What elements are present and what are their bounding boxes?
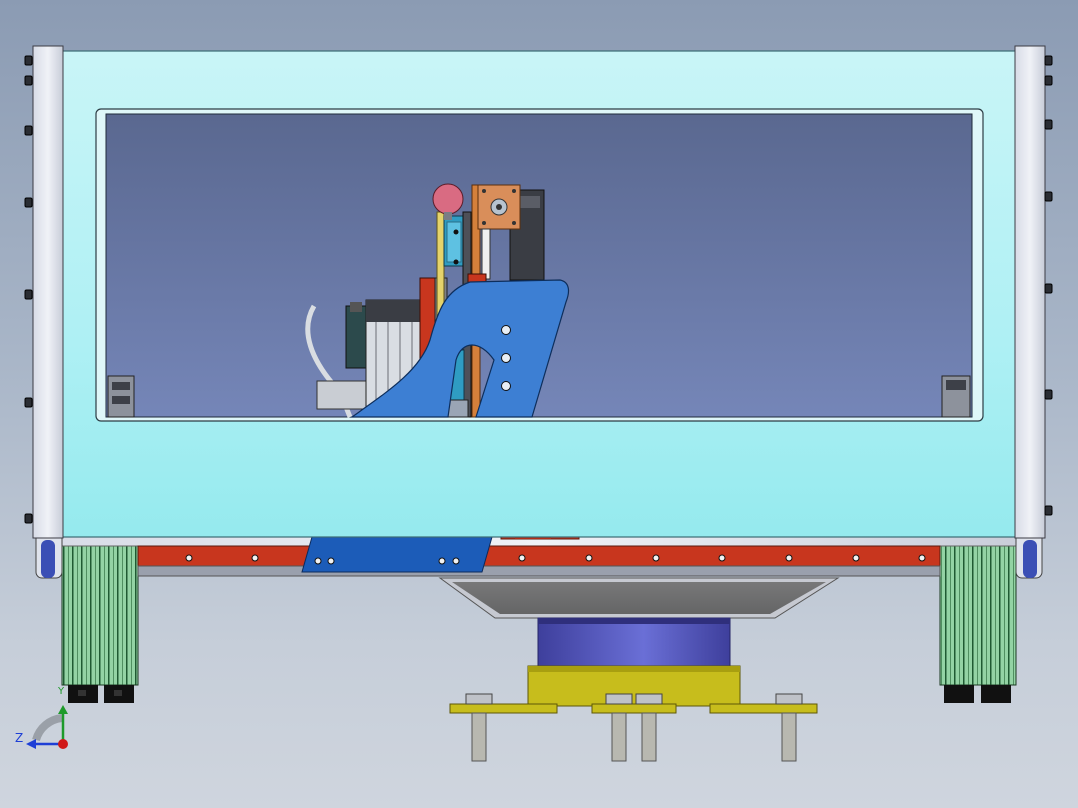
side-screw [24, 289, 33, 300]
rail-bolt [251, 554, 259, 562]
rail-carriage [301, 536, 493, 573]
rail-bolt [652, 554, 660, 562]
rail-bolt [852, 554, 860, 562]
rail-bolt [518, 554, 526, 562]
axis-label-y: Y [58, 686, 65, 697]
bracket-bolt [501, 325, 511, 335]
carriage-bolt [452, 557, 460, 565]
left-end-plate [32, 45, 64, 539]
side-screw [24, 75, 33, 86]
mounting-flange-left [449, 693, 558, 762]
inner-corner-block-left [107, 375, 135, 418]
side-screw [1044, 389, 1053, 400]
side-screw [24, 397, 33, 408]
side-screw [24, 197, 33, 208]
rail-bolt [585, 554, 593, 562]
cad-assembly-view [24, 45, 1053, 762]
purple-cylinder [537, 617, 731, 669]
carriage-bolt [438, 557, 446, 565]
side-screw [24, 125, 33, 136]
side-screw [1044, 505, 1053, 516]
side-screw [1044, 119, 1053, 130]
side-screw [1044, 191, 1053, 202]
side-screw [1044, 75, 1053, 86]
yellow-base [527, 665, 741, 707]
rail-bolt [785, 554, 793, 562]
side-screws-right [1044, 55, 1053, 516]
side-screw [1044, 55, 1053, 66]
inner-corner-block-right [941, 375, 971, 418]
view-triad [26, 705, 68, 749]
right-end-plate [1014, 45, 1046, 539]
side-screw [24, 55, 33, 66]
hopper-funnel [438, 577, 840, 619]
carriage-bolt [314, 557, 322, 565]
bracket-bolt [501, 353, 511, 363]
mounting-flange-right [709, 693, 818, 762]
rail-bolt [918, 554, 926, 562]
mounting-flange-center [591, 693, 677, 762]
bracket-bolt [501, 381, 511, 391]
left-leg [61, 536, 139, 703]
carriage-bolt [327, 557, 335, 565]
rail-bolt [185, 554, 193, 562]
red-dot-icon [58, 739, 68, 749]
side-screws-left [24, 55, 33, 524]
side-screw [24, 513, 33, 524]
rail-bolt [718, 554, 726, 562]
right-leg [939, 536, 1017, 703]
side-screw [1044, 283, 1053, 294]
axis-label-z: Z [15, 731, 24, 745]
